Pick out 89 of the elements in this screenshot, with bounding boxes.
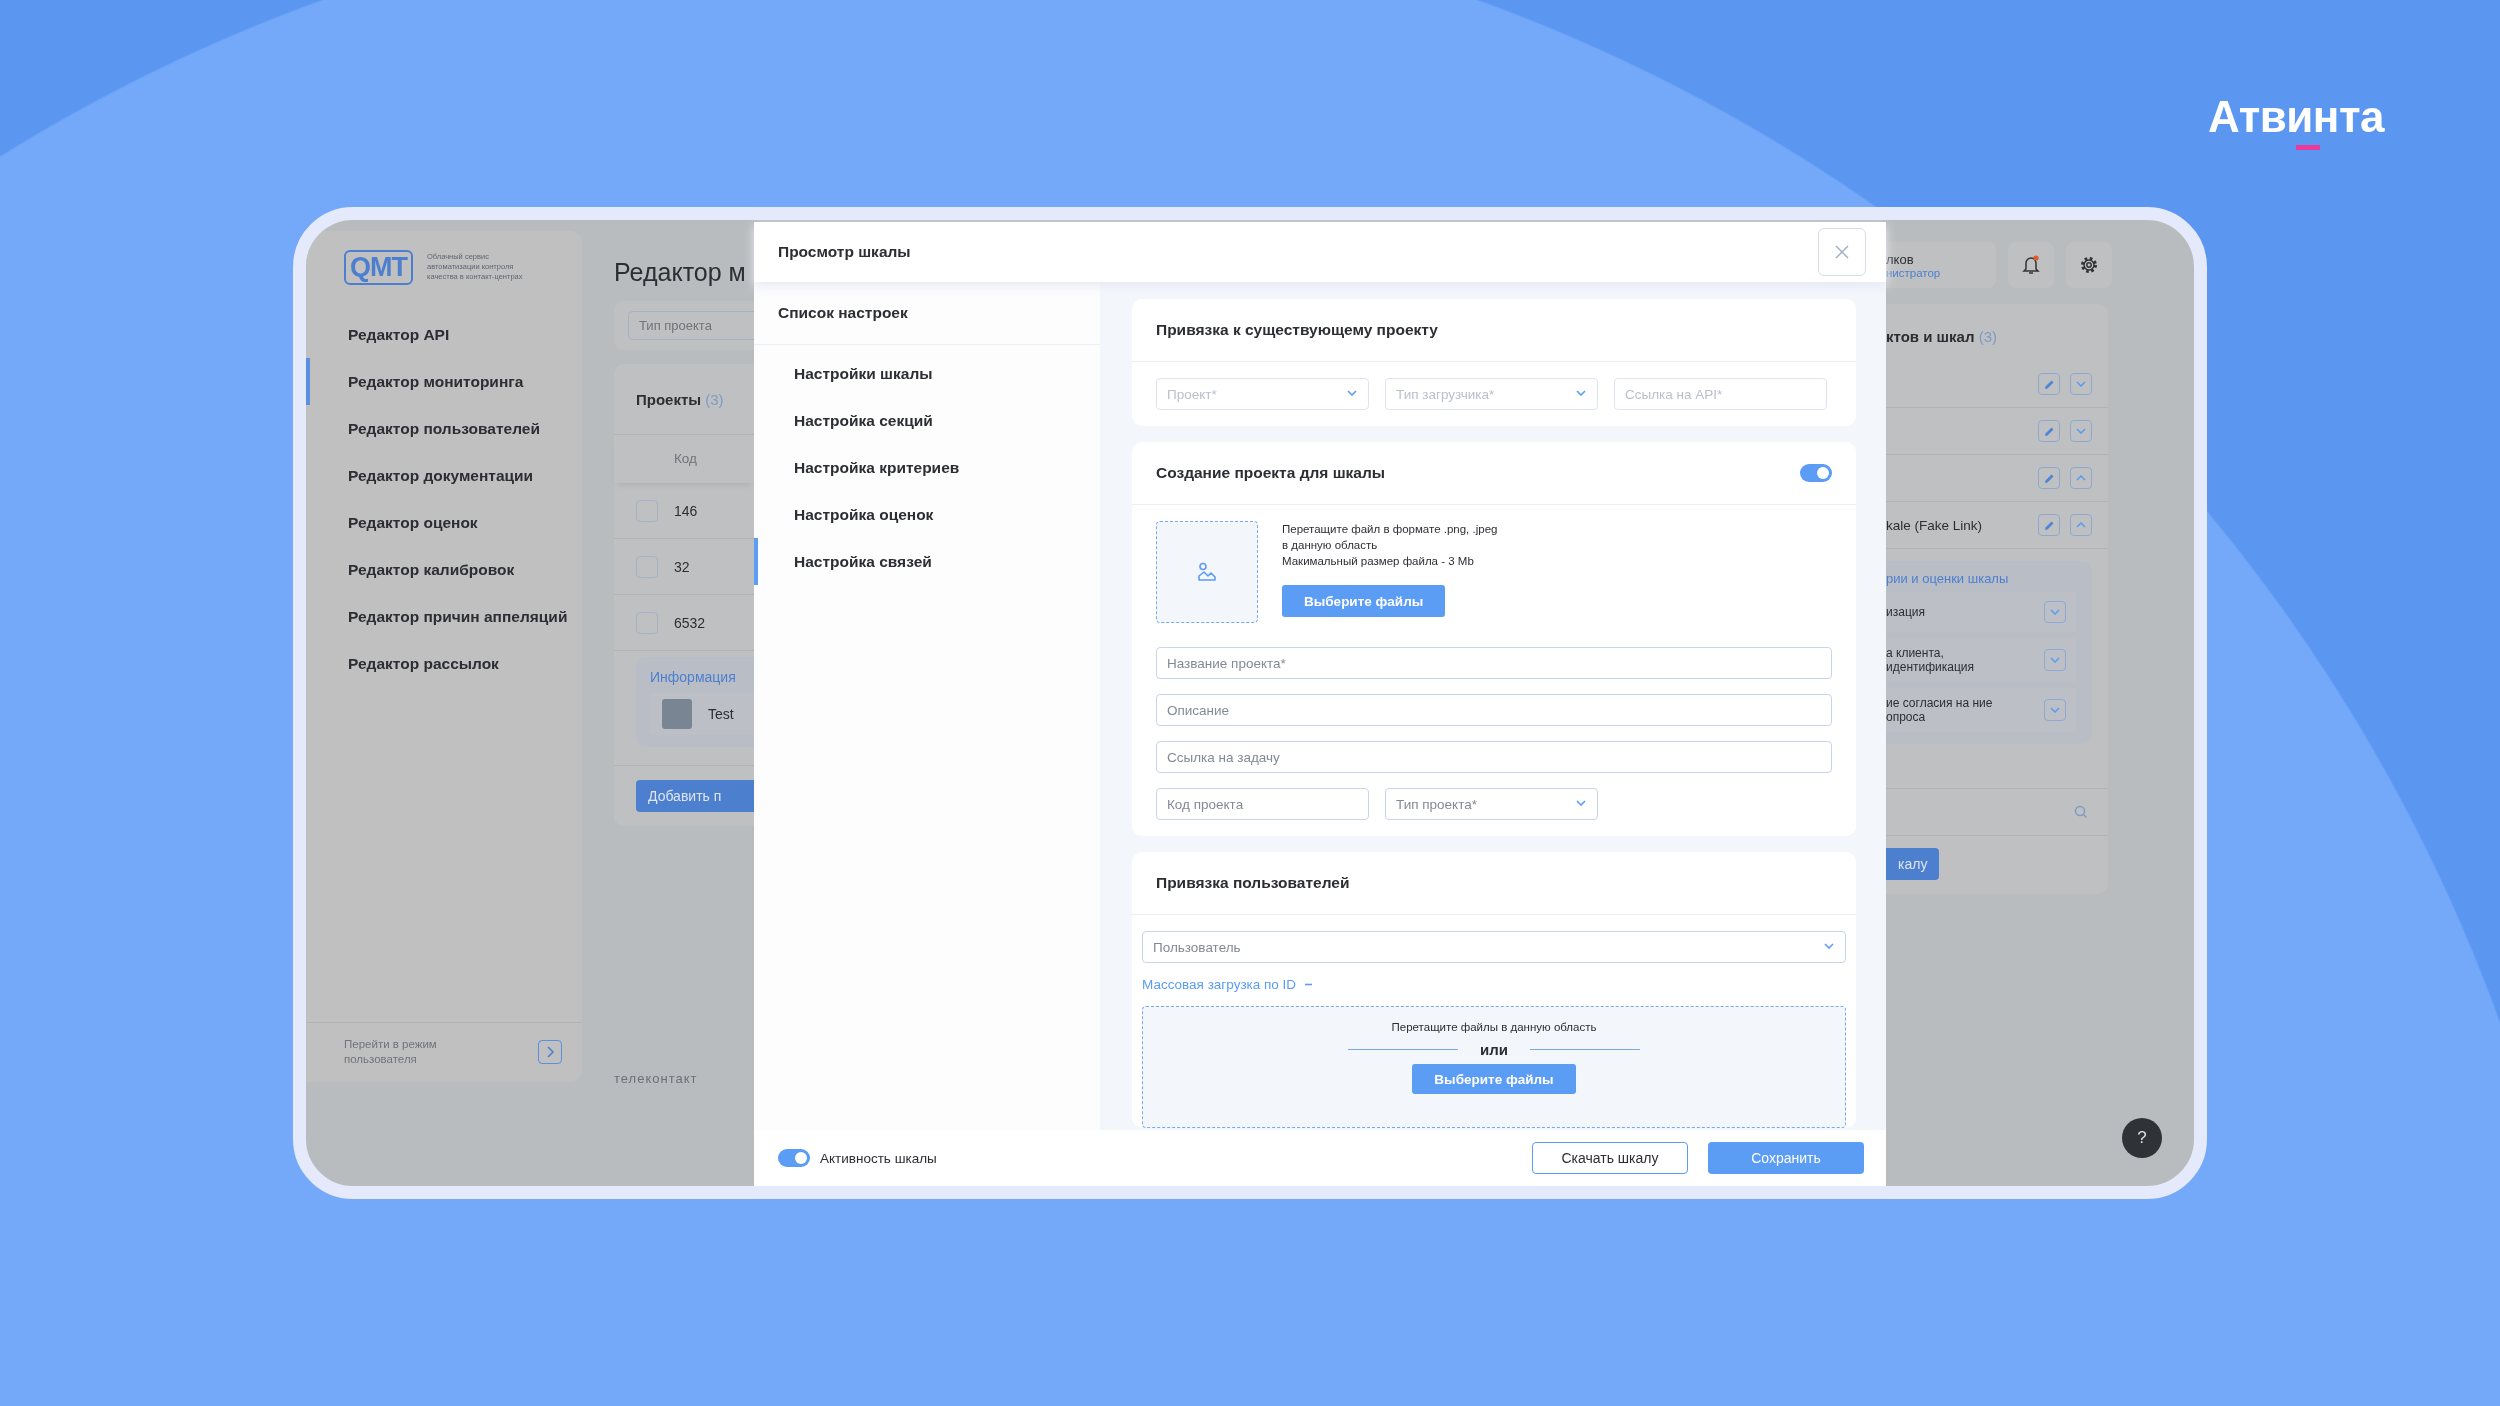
chevron-down-icon bbox=[2050, 609, 2060, 615]
checkbox[interactable] bbox=[636, 499, 658, 522]
section-title: Создание проекта для шкалы bbox=[1156, 464, 1386, 482]
or-separator: или bbox=[1480, 1041, 1508, 1058]
section-title: Привязка пользователей bbox=[1156, 874, 1350, 892]
edit-button[interactable] bbox=[2038, 514, 2060, 536]
drop-hint: Перетащите файлы в данную область bbox=[1391, 1021, 1597, 1033]
image-icon bbox=[1197, 562, 1217, 582]
nav-item[interactable]: Редактор причин аппеляций bbox=[306, 593, 582, 640]
upload-hint: Перетащите файл в формате .png, .jpeg bbox=[1282, 522, 1498, 537]
expand-button[interactable] bbox=[2070, 373, 2092, 395]
footer-logo: телеконтакт bbox=[614, 1071, 699, 1086]
input-field[interactable]: Название проекта* bbox=[1156, 647, 1832, 679]
info-title: Информация bbox=[650, 669, 737, 685]
help-button[interactable]: ? bbox=[2122, 1118, 2162, 1158]
input-field[interactable]: Ссылка на задачу bbox=[1156, 741, 1832, 773]
settings-item[interactable]: Настройка оценок bbox=[754, 491, 1100, 538]
toggle-switch[interactable] bbox=[778, 1149, 810, 1167]
notification-button[interactable] bbox=[2008, 242, 2054, 288]
chevron-down-icon bbox=[2076, 381, 2086, 387]
chevron-down-icon bbox=[2050, 657, 2060, 663]
app-logo: QMT bbox=[344, 249, 413, 285]
bell-icon bbox=[2022, 255, 2040, 275]
edit-button[interactable] bbox=[2038, 467, 2060, 489]
user-card[interactable]: лков нистратор bbox=[1886, 242, 1996, 288]
table-cell: 32 bbox=[674, 558, 690, 575]
gear-icon bbox=[2079, 255, 2099, 275]
nav-item[interactable]: Редактор API bbox=[306, 311, 582, 358]
chevron-down-icon bbox=[2050, 707, 2060, 713]
nav-item[interactable]: Редактор мониторинга bbox=[306, 358, 582, 405]
file-drop-zone[interactable]: Перетащите файлы в данную область или Выберите файлы bbox=[1142, 1006, 1846, 1128]
page-title: Редактор м bbox=[614, 258, 747, 287]
scale-name: kale (Fake Link) bbox=[1886, 517, 1983, 533]
pencil-icon bbox=[2043, 519, 2055, 531]
expand-button[interactable] bbox=[2070, 467, 2092, 489]
edit-button[interactable] bbox=[2038, 420, 2060, 442]
nav-item[interactable]: Редактор оценок bbox=[306, 499, 582, 546]
chevron-up-icon bbox=[2076, 522, 2086, 528]
toggle-switch[interactable] bbox=[1800, 464, 1832, 482]
logo-accent-mark bbox=[2296, 145, 2320, 150]
column-header: Код bbox=[614, 435, 754, 483]
nav-item[interactable]: Редактор рассылок bbox=[306, 640, 582, 687]
image-drop-zone[interactable] bbox=[1156, 521, 1258, 623]
pencil-icon bbox=[2043, 378, 2055, 390]
nav-item[interactable]: Редактор документации bbox=[306, 452, 582, 499]
nav-item[interactable]: Редактор пользователей bbox=[306, 405, 582, 452]
download-button[interactable]: Скачать шкалу bbox=[1532, 1142, 1688, 1174]
chevron-down-icon bbox=[1824, 943, 1834, 949]
pencil-icon bbox=[2043, 425, 2055, 437]
expand-button[interactable] bbox=[2044, 649, 2066, 671]
chevron-down-icon bbox=[1576, 390, 1586, 396]
input-field[interactable]: Код проекта bbox=[1156, 788, 1369, 820]
edit-button[interactable] bbox=[2038, 373, 2060, 395]
brand-logo: Атвинта bbox=[2208, 92, 2384, 142]
chevron-down-icon bbox=[2076, 428, 2086, 434]
settings-item[interactable]: Настройка критериев bbox=[754, 444, 1100, 491]
settings-item[interactable]: Настройка секций bbox=[754, 397, 1100, 444]
checkbox[interactable] bbox=[636, 555, 658, 578]
toggle-label: Активность шкалы bbox=[820, 1150, 937, 1166]
checkbox[interactable] bbox=[636, 611, 658, 634]
expand-button[interactable] bbox=[2044, 601, 2066, 623]
chevron-down-icon bbox=[1347, 390, 1357, 396]
scales-title: ктов и шкал (3) bbox=[1886, 327, 1998, 347]
upload-hint: Макимальный размер файла - 3 Mb bbox=[1282, 554, 1474, 569]
chevron-right-icon bbox=[545, 1046, 555, 1059]
modal-title: Просмотр шкалы bbox=[778, 243, 911, 261]
projects-title: Проекты (3) bbox=[636, 390, 724, 408]
photo-placeholder bbox=[662, 699, 692, 729]
chevron-up-icon bbox=[2076, 475, 2086, 481]
expand-button[interactable] bbox=[2070, 420, 2092, 442]
table-cell: 146 bbox=[674, 502, 698, 519]
select-field[interactable]: Пользователь bbox=[1142, 931, 1846, 963]
arrow-right-button[interactable] bbox=[538, 1040, 562, 1065]
expand-button[interactable] bbox=[2044, 699, 2066, 721]
input-field[interactable]: Описание bbox=[1156, 694, 1832, 726]
select-field[interactable]: Тип проекта* bbox=[1385, 788, 1598, 820]
nav-item[interactable]: Редактор калибровок bbox=[306, 546, 582, 593]
close-button[interactable] bbox=[1818, 228, 1866, 276]
section-title: Привязка к существующему проекту bbox=[1156, 321, 1438, 339]
pencil-icon bbox=[2043, 472, 2055, 484]
search-icon[interactable] bbox=[2074, 805, 2088, 819]
settings-item[interactable]: Настройки шкалы bbox=[754, 350, 1100, 397]
upload-hint: в данную область bbox=[1282, 538, 1378, 553]
chevron-down-icon bbox=[1576, 800, 1586, 806]
table-cell: 6532 bbox=[674, 614, 706, 631]
expand-button[interactable] bbox=[2070, 514, 2092, 536]
settings-button[interactable] bbox=[2066, 242, 2112, 288]
group-title: рии и оценки шкалы bbox=[1886, 571, 2010, 586]
close-icon bbox=[1835, 245, 1849, 259]
